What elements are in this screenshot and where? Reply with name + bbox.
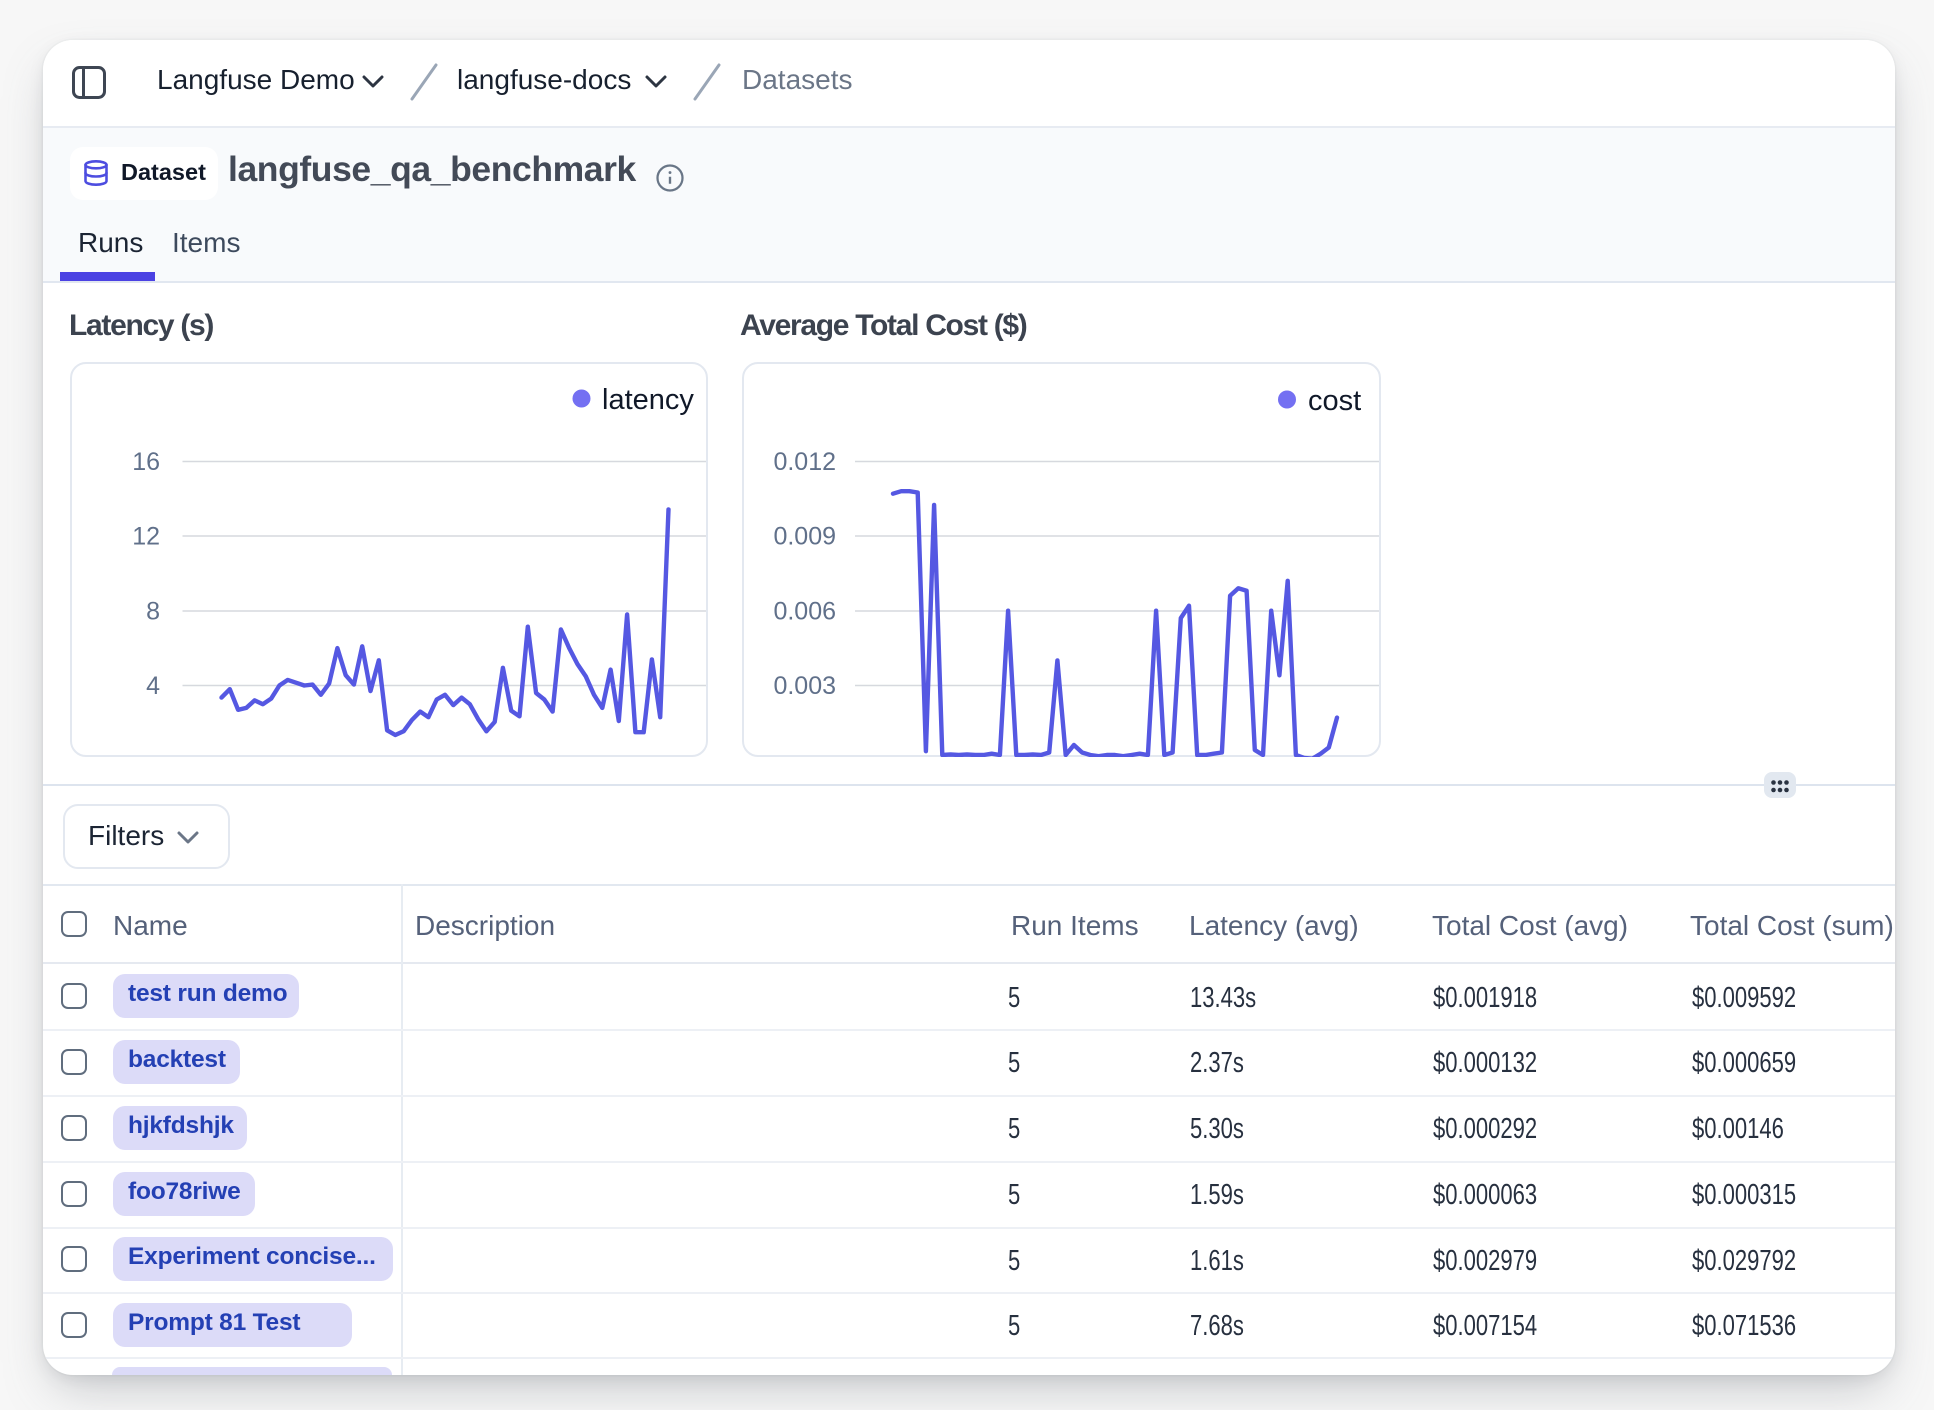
svg-text:8: 8 xyxy=(146,598,160,626)
svg-text:16: 16 xyxy=(132,448,160,476)
svg-text:0.009: 0.009 xyxy=(773,523,836,551)
svg-text:4: 4 xyxy=(146,672,160,700)
svg-text:0.006: 0.006 xyxy=(773,598,836,626)
svg-text:cost: cost xyxy=(1308,385,1361,417)
svg-text:0.003: 0.003 xyxy=(773,672,836,700)
svg-text:12: 12 xyxy=(132,523,160,551)
svg-text:latency: latency xyxy=(602,384,694,416)
svg-text:0.012: 0.012 xyxy=(773,448,836,476)
